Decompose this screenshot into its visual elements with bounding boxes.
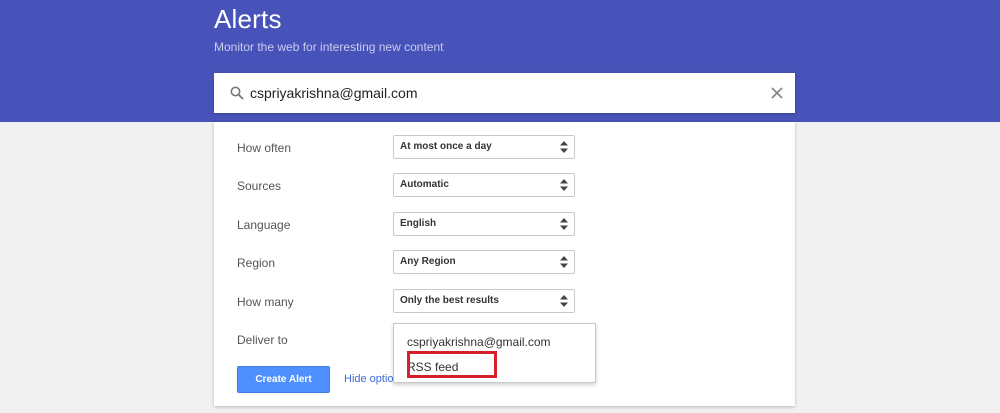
how-often-value: At most once a day xyxy=(400,141,492,152)
create-alert-button[interactable]: Create Alert xyxy=(237,366,330,393)
select-arrows-icon xyxy=(560,141,568,153)
region-select[interactable]: Any Region xyxy=(393,250,575,274)
language-value: English xyxy=(400,218,437,229)
sources-value: Automatic xyxy=(400,179,449,190)
search-icon xyxy=(230,86,244,100)
sources-select[interactable]: Automatic xyxy=(393,173,575,197)
how-many-select[interactable]: Only the best results xyxy=(393,289,575,313)
language-select[interactable]: English xyxy=(393,212,575,236)
how-often-label: How often xyxy=(237,141,292,155)
sources-label: Sources xyxy=(237,179,282,193)
deliver-to-label: Deliver to xyxy=(237,333,288,347)
page-title: Alerts xyxy=(214,4,282,34)
select-arrows-icon xyxy=(560,256,568,268)
how-many-label: How many xyxy=(237,295,294,309)
search-bar xyxy=(214,73,795,113)
page-subtitle: Monitor the web for interesting new cont… xyxy=(214,40,444,54)
select-arrows-icon xyxy=(560,295,568,307)
select-arrows-icon xyxy=(560,179,568,191)
language-label: Language xyxy=(237,218,291,232)
deliver-option-email[interactable]: cspriyakrishna@gmail.com xyxy=(407,335,551,349)
rss-feed-highlight xyxy=(407,351,497,378)
select-arrows-icon xyxy=(560,218,568,230)
close-icon[interactable] xyxy=(769,85,785,101)
how-often-select[interactable]: At most once a day xyxy=(393,135,575,159)
hide-options-link[interactable]: Hide optio xyxy=(344,373,394,385)
region-label: Region xyxy=(237,256,276,270)
search-input[interactable] xyxy=(250,73,770,113)
region-value: Any Region xyxy=(400,256,456,267)
how-many-value: Only the best results xyxy=(400,295,499,306)
